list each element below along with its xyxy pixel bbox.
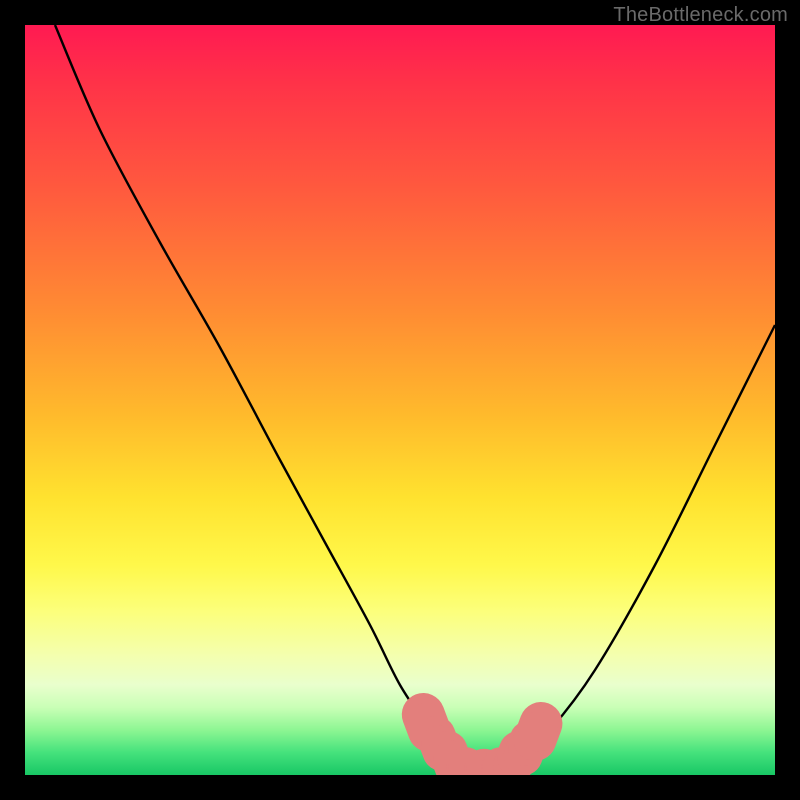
plot-area <box>25 25 775 775</box>
gradient-background <box>25 25 775 775</box>
chart-frame: TheBottleneck.com <box>0 0 800 800</box>
watermark-text: TheBottleneck.com <box>613 4 788 27</box>
